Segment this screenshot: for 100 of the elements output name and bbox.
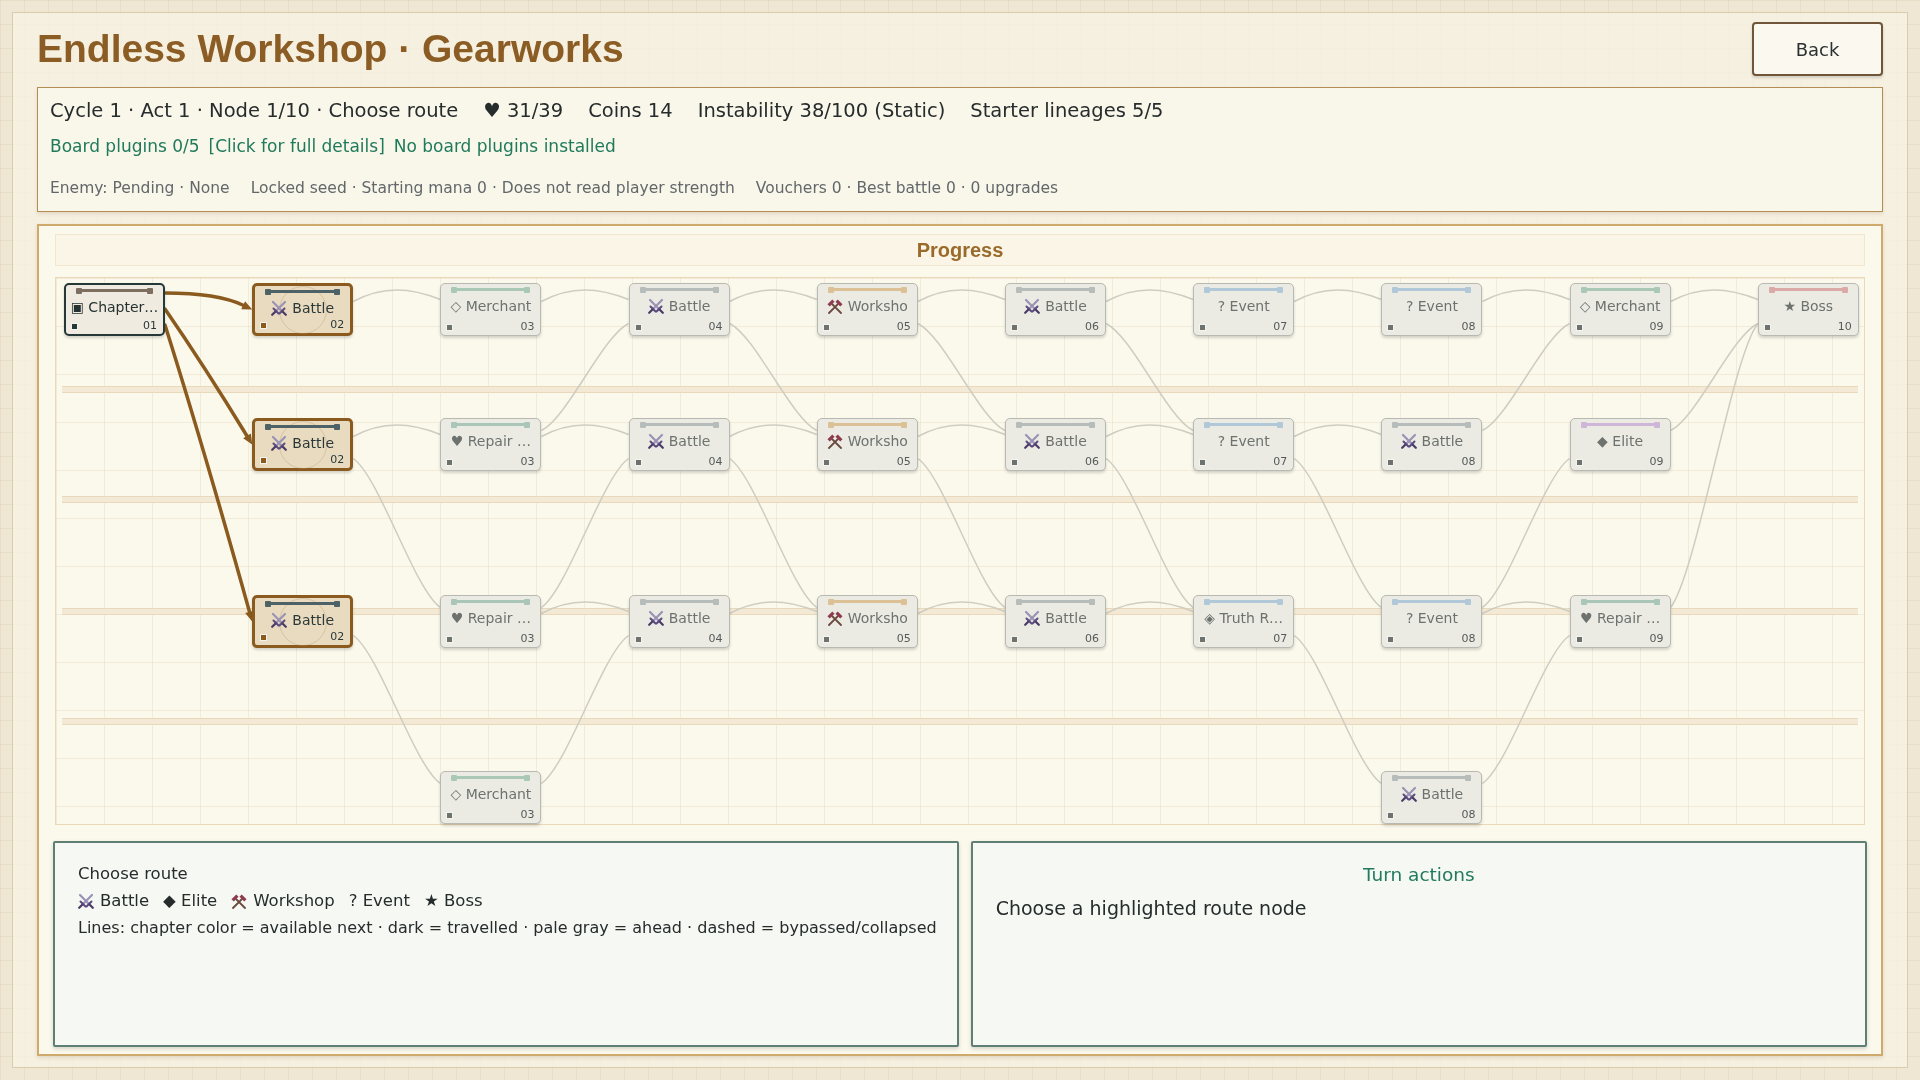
route-node[interactable]: Battle 02 <box>252 283 354 336</box>
square-marker-icon <box>1200 325 1206 330</box>
route-node[interactable]: Battle 02 <box>252 595 354 648</box>
node-number: 05 <box>896 320 911 334</box>
route-node[interactable]: Battle 06 <box>1005 283 1106 336</box>
swords-icon <box>271 300 288 316</box>
node-label: ◇ Merchant <box>450 297 532 316</box>
square-marker-icon <box>72 324 77 329</box>
node-label: Worksho <box>847 297 908 316</box>
node-label: ◇ Merchant <box>1579 297 1661 316</box>
node-number: 03 <box>520 320 535 334</box>
square-marker-icon <box>447 460 453 465</box>
route-node[interactable]: Worksho 05 <box>816 418 918 471</box>
lines-note: Lines: chapter color = available next · dark = travelled · pale gray = ahead · dashed = bypassed/collapsed <box>78 917 937 939</box>
route-node[interactable]: Battle 04 <box>628 418 730 471</box>
legend-label: ★ Boss <box>423 890 483 912</box>
route-node[interactable]: Worksho 05 <box>816 595 918 648</box>
route-node[interactable]: ★ Boss 10 <box>1757 283 1859 336</box>
route-node[interactable]: ? Event 08 <box>1381 283 1483 336</box>
node-number: 04 <box>708 320 723 334</box>
route-node[interactable]: Battle 08 <box>1381 418 1483 471</box>
square-marker-icon <box>447 813 453 818</box>
node-number: 06 <box>1085 455 1099 469</box>
detail-text: Locked seed · Starting mana 0 · Does not read player strength <box>250 178 735 198</box>
node-label: ★ Boss <box>1783 297 1834 316</box>
square-marker-icon <box>1388 637 1394 642</box>
node-label: Battle <box>1045 609 1087 628</box>
node-label: Battle <box>1045 432 1087 451</box>
node-number: 02 <box>330 630 345 644</box>
swords-icon <box>271 612 288 628</box>
route-node[interactable]: ◆ Elite 09 <box>1569 418 1671 471</box>
node-label: ? Event <box>1217 432 1270 451</box>
route-node[interactable]: Battle 08 <box>1381 771 1483 824</box>
square-marker-icon <box>261 458 267 463</box>
square-marker-icon <box>1576 460 1582 465</box>
node-number: 09 <box>1649 455 1664 469</box>
node-number: 09 <box>1649 320 1664 334</box>
square-marker-icon <box>823 325 829 330</box>
route-node[interactable]: Worksho 05 <box>816 283 918 336</box>
node-label: Battle <box>292 611 334 630</box>
square-marker-icon <box>1200 460 1206 465</box>
square-marker-icon <box>635 460 641 465</box>
route-node[interactable]: ♥ Repair … 03 <box>440 595 542 648</box>
back-button[interactable]: Back <box>1752 22 1883 76</box>
swords-icon <box>1400 786 1417 802</box>
node-number: 09 <box>1649 632 1664 646</box>
node-number: 06 <box>1085 320 1099 334</box>
node-number: 03 <box>520 455 535 469</box>
plugins-count: Board plugins 0/5 <box>50 135 200 157</box>
swords-icon <box>647 298 664 314</box>
node-number: 06 <box>1085 632 1099 646</box>
node-number: 10 <box>1837 320 1852 334</box>
route-node[interactable]: Battle 06 <box>1005 418 1106 471</box>
node-label: Battle <box>1045 297 1087 316</box>
details-link[interactable]: [Click for full details] <box>208 135 385 157</box>
node-number: 08 <box>1461 455 1476 469</box>
node-label: ? Event <box>1217 297 1270 316</box>
swords-icon <box>1400 433 1417 449</box>
route-node[interactable]: ◇ Merchant 03 <box>440 283 542 336</box>
square-marker-icon <box>1576 325 1582 330</box>
route-node[interactable]: ♥ Repair … 09 <box>1569 595 1671 648</box>
node-label: Battle <box>668 432 711 451</box>
route-node[interactable]: ? Event 08 <box>1381 595 1483 648</box>
node-label: Battle <box>1421 432 1464 451</box>
square-marker-icon <box>261 323 267 328</box>
detail-text: Vouchers 0 · Best battle 0 · 0 upgrades <box>755 178 1059 198</box>
route-node[interactable]: Battle 04 <box>628 595 730 648</box>
hammers-icon <box>231 893 248 909</box>
node-label: ◈ Truth R… <box>1204 609 1284 628</box>
node-number: 08 <box>1461 632 1476 646</box>
route-node[interactable]: ◇ Merchant 09 <box>1569 283 1671 336</box>
square-marker-icon <box>1388 325 1394 330</box>
legend-label: ◆ Elite <box>163 890 218 912</box>
route-node[interactable]: Battle 02 <box>252 418 354 471</box>
page-title: Endless Workshop · Gearworks <box>37 26 624 72</box>
route-node[interactable]: Battle 06 <box>1005 595 1106 648</box>
node-number: 03 <box>520 808 535 822</box>
node-label: Battle <box>1421 785 1464 804</box>
node-number: 02 <box>330 318 345 332</box>
swords-icon <box>1024 433 1041 449</box>
node-number: 05 <box>896 455 911 469</box>
square-marker-icon <box>1200 637 1206 642</box>
route-node[interactable]: Battle 04 <box>628 283 730 336</box>
node-label: ◆ Elite <box>1597 432 1644 451</box>
route-node[interactable]: ◈ Truth R… 07 <box>1193 595 1295 648</box>
node-number: 07 <box>1273 632 1288 646</box>
route-node[interactable]: ? Event 07 <box>1193 418 1295 471</box>
legend-label: Workshop <box>253 890 335 912</box>
actions-title: Turn actions <box>1362 863 1476 887</box>
node-label: ◇ Merchant <box>450 785 532 804</box>
node-number: 07 <box>1273 455 1288 469</box>
route-node[interactable]: ♥ Repair … 03 <box>440 418 542 471</box>
route-node[interactable]: ? Event 07 <box>1193 283 1295 336</box>
route-status-text: Cycle 1 · Act 1 · Node 1/10 · Choose route <box>50 99 459 123</box>
square-marker-icon <box>447 637 453 642</box>
route-node[interactable]: ▣ Chapter… 01 <box>64 283 165 336</box>
square-marker-icon <box>1012 325 1017 330</box>
swords-icon <box>1024 298 1041 314</box>
route-node[interactable]: ◇ Merchant 03 <box>440 771 542 824</box>
node-label: ? Event <box>1405 609 1458 628</box>
